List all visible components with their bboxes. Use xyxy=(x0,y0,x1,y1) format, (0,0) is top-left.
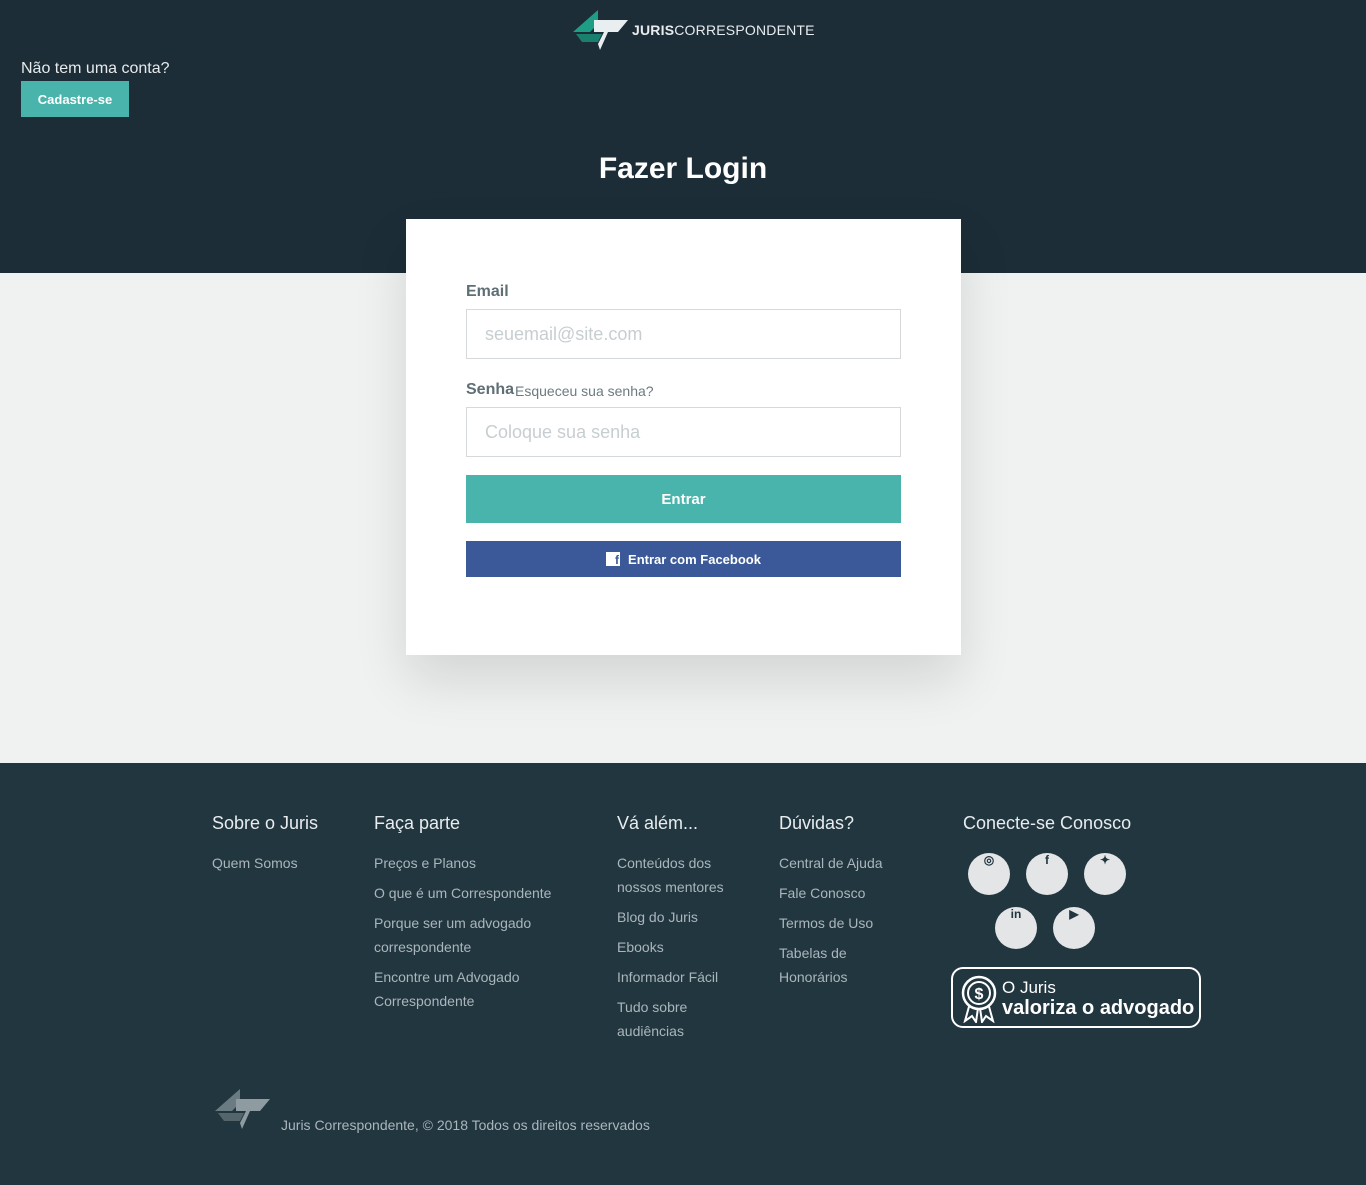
signup-button[interactable]: Cadastre-se xyxy=(21,81,129,117)
brand-mark-icon xyxy=(573,10,628,50)
footer-col-social: Conecte-se Conosco xyxy=(963,813,1131,851)
page-title: Fazer Login xyxy=(598,152,768,185)
footer: Sobre o Juris Quem Somos Faça parte Preç… xyxy=(0,763,1366,1185)
footer-link[interactable]: Central de Ajuda xyxy=(779,851,899,875)
linkedin-icon: in xyxy=(1010,907,1022,921)
footer-link[interactable]: O que é um Correspondente xyxy=(374,881,574,905)
password-label: Senha xyxy=(466,381,515,398)
password-field[interactable] xyxy=(466,407,901,457)
twitter-icon: ✦ xyxy=(1099,853,1111,867)
signup-question: Não tem uma conta? xyxy=(21,60,170,77)
footer-link[interactable]: Fale Conosco xyxy=(779,881,899,905)
footer-link[interactable]: Tabelas de Honorários xyxy=(779,941,899,989)
twitter-link[interactable]: ✦ xyxy=(1084,853,1126,895)
award-ribbon-icon: $ xyxy=(961,975,997,1023)
email-label: Email xyxy=(466,283,509,300)
login-card: Email Senha Esqueceu sua senha? Entrar f… xyxy=(406,219,961,655)
footer-heading: Conecte-se Conosco xyxy=(963,813,1132,833)
footer-link[interactable]: Porque ser um advogado correspondente xyxy=(374,911,574,959)
brand-name: JURISCORRESPONDENTE xyxy=(632,22,815,38)
facebook-icon: f xyxy=(606,552,621,566)
footer-col-help: Dúvidas? Central de Ajuda Fale Conosco T… xyxy=(779,813,899,995)
badge-line-2: valoriza o advogado xyxy=(1002,997,1195,1019)
footer-col-beyond: Vá além... Conteúdos dos nossos mentores… xyxy=(617,813,747,1049)
svg-text:$: $ xyxy=(975,986,984,1003)
footer-logo-icon xyxy=(215,1089,270,1129)
instagram-icon: ◎ xyxy=(983,853,995,867)
email-field[interactable] xyxy=(466,309,901,359)
facebook-link[interactable]: f xyxy=(1026,853,1068,895)
copyright: Juris Correspondente, © 2018 Todos os di… xyxy=(281,1117,650,1133)
footer-link[interactable]: Conteúdos dos nossos mentores xyxy=(617,851,747,899)
footer-link[interactable]: Termos de Uso xyxy=(779,911,899,935)
footer-heading: Dúvidas? xyxy=(779,813,855,833)
footer-link[interactable]: Preços e Planos xyxy=(374,851,574,875)
footer-col-about: Sobre o Juris Quem Somos xyxy=(212,813,318,881)
facebook-icon: f xyxy=(1045,853,1049,867)
footer-link[interactable]: Tudo sobre audiências xyxy=(617,995,747,1043)
youtube-link[interactable]: ▶ xyxy=(1053,907,1095,949)
youtube-icon: ▶ xyxy=(1069,907,1079,921)
login-button[interactable]: Entrar xyxy=(466,475,901,523)
footer-heading: Faça parte xyxy=(374,813,461,833)
linkedin-link[interactable]: in xyxy=(995,907,1037,949)
instagram-link[interactable]: ◎ xyxy=(968,853,1010,895)
footer-heading: Sobre o Juris xyxy=(212,813,319,833)
footer-link[interactable]: Quem Somos xyxy=(212,851,318,875)
footer-link[interactable]: Ebooks xyxy=(617,935,747,959)
footer-heading: Vá além... xyxy=(617,813,699,833)
footer-link[interactable]: Blog do Juris xyxy=(617,905,747,929)
forgot-password-link[interactable]: Esqueceu sua senha? xyxy=(515,383,654,399)
facebook-login-label: Entrar com Facebook xyxy=(628,551,761,567)
footer-link[interactable]: Encontre um Advogado Correspondente xyxy=(374,965,574,1013)
values-badge: $ O Juris valoriza o advogado xyxy=(951,967,1201,1028)
footer-link[interactable]: Informador Fácil xyxy=(617,965,747,989)
footer-col-join: Faça parte Preços e Planos O que é um Co… xyxy=(374,813,574,1019)
facebook-login-button[interactable]: f Entrar com Facebook xyxy=(466,541,901,577)
badge-line-1: O Juris xyxy=(1002,978,1056,997)
brand-logo[interactable]: JURISCORRESPONDENTE xyxy=(572,10,815,50)
